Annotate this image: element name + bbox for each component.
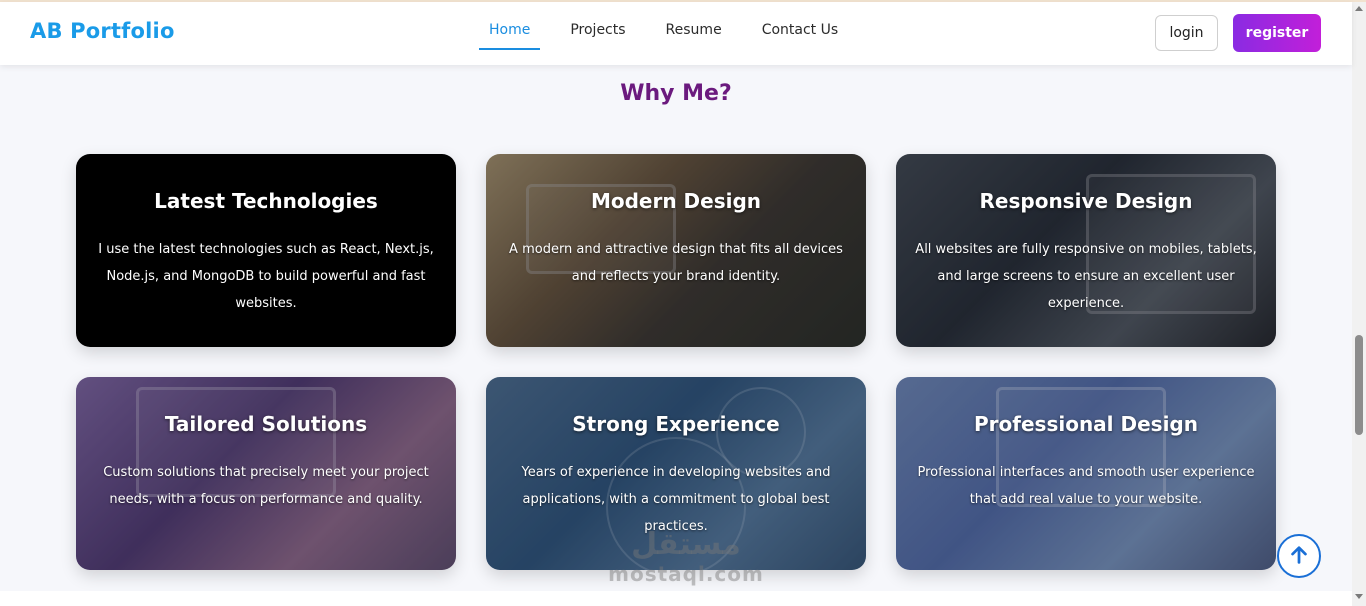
nav-contact-us[interactable]: Contact Us [752, 2, 848, 50]
main-nav: Home Projects Resume Contact Us [479, 2, 868, 65]
card-text: A modern and attractive design that fits… [509, 242, 843, 284]
card-title: Responsive Design [979, 189, 1193, 213]
scrollbar-thumb[interactable] [1355, 335, 1363, 435]
feature-card-modern-design: Modern Design A modern and attractive de… [486, 154, 866, 347]
site-logo[interactable]: AB Portfolio [30, 19, 175, 43]
arrow-up-icon [1288, 544, 1310, 569]
login-button[interactable]: login [1155, 15, 1218, 51]
scrollbar-up-arrow-icon[interactable] [1355, 6, 1363, 11]
feature-card-responsive-design: Responsive Design All websites are fully… [896, 154, 1276, 347]
scrollbar-down-arrow-icon[interactable] [1355, 594, 1363, 599]
nav-projects[interactable]: Projects [560, 2, 635, 50]
card-text: Professional interfaces and smooth user … [917, 465, 1255, 507]
card-text: I use the latest technologies such as Re… [98, 242, 434, 311]
card-title: Strong Experience [572, 412, 780, 436]
feature-card-strong-experience: Strong Experience Years of experience in… [486, 377, 866, 570]
bottom-strip [0, 591, 1352, 606]
feature-card-latest-technologies: Latest Technologies I use the latest tec… [76, 154, 456, 347]
card-text: Custom solutions that precisely meet you… [103, 465, 429, 507]
nav-home[interactable]: Home [479, 2, 541, 50]
card-text: Years of experience in developing websit… [521, 465, 831, 534]
card-text: All websites are fully responsive on mob… [915, 242, 1257, 311]
scrollbar-track[interactable] [1352, 2, 1366, 606]
card-title: Tailored Solutions [164, 412, 368, 436]
nav-resume[interactable]: Resume [656, 2, 732, 50]
register-button[interactable]: register [1233, 14, 1321, 52]
card-title: Professional Design [974, 412, 1198, 436]
card-title: Modern Design [590, 189, 762, 213]
site-header: AB Portfolio Home Projects Resume Contac… [0, 2, 1352, 65]
section-title: Why Me? [620, 81, 732, 106]
feature-card-tailored-solutions: Tailored Solutions Custom solutions that… [76, 377, 456, 570]
scroll-to-top-button[interactable] [1277, 534, 1321, 578]
feature-card-professional-design: Professional Design Professional interfa… [896, 377, 1276, 570]
card-title: Latest Technologies [154, 189, 378, 213]
